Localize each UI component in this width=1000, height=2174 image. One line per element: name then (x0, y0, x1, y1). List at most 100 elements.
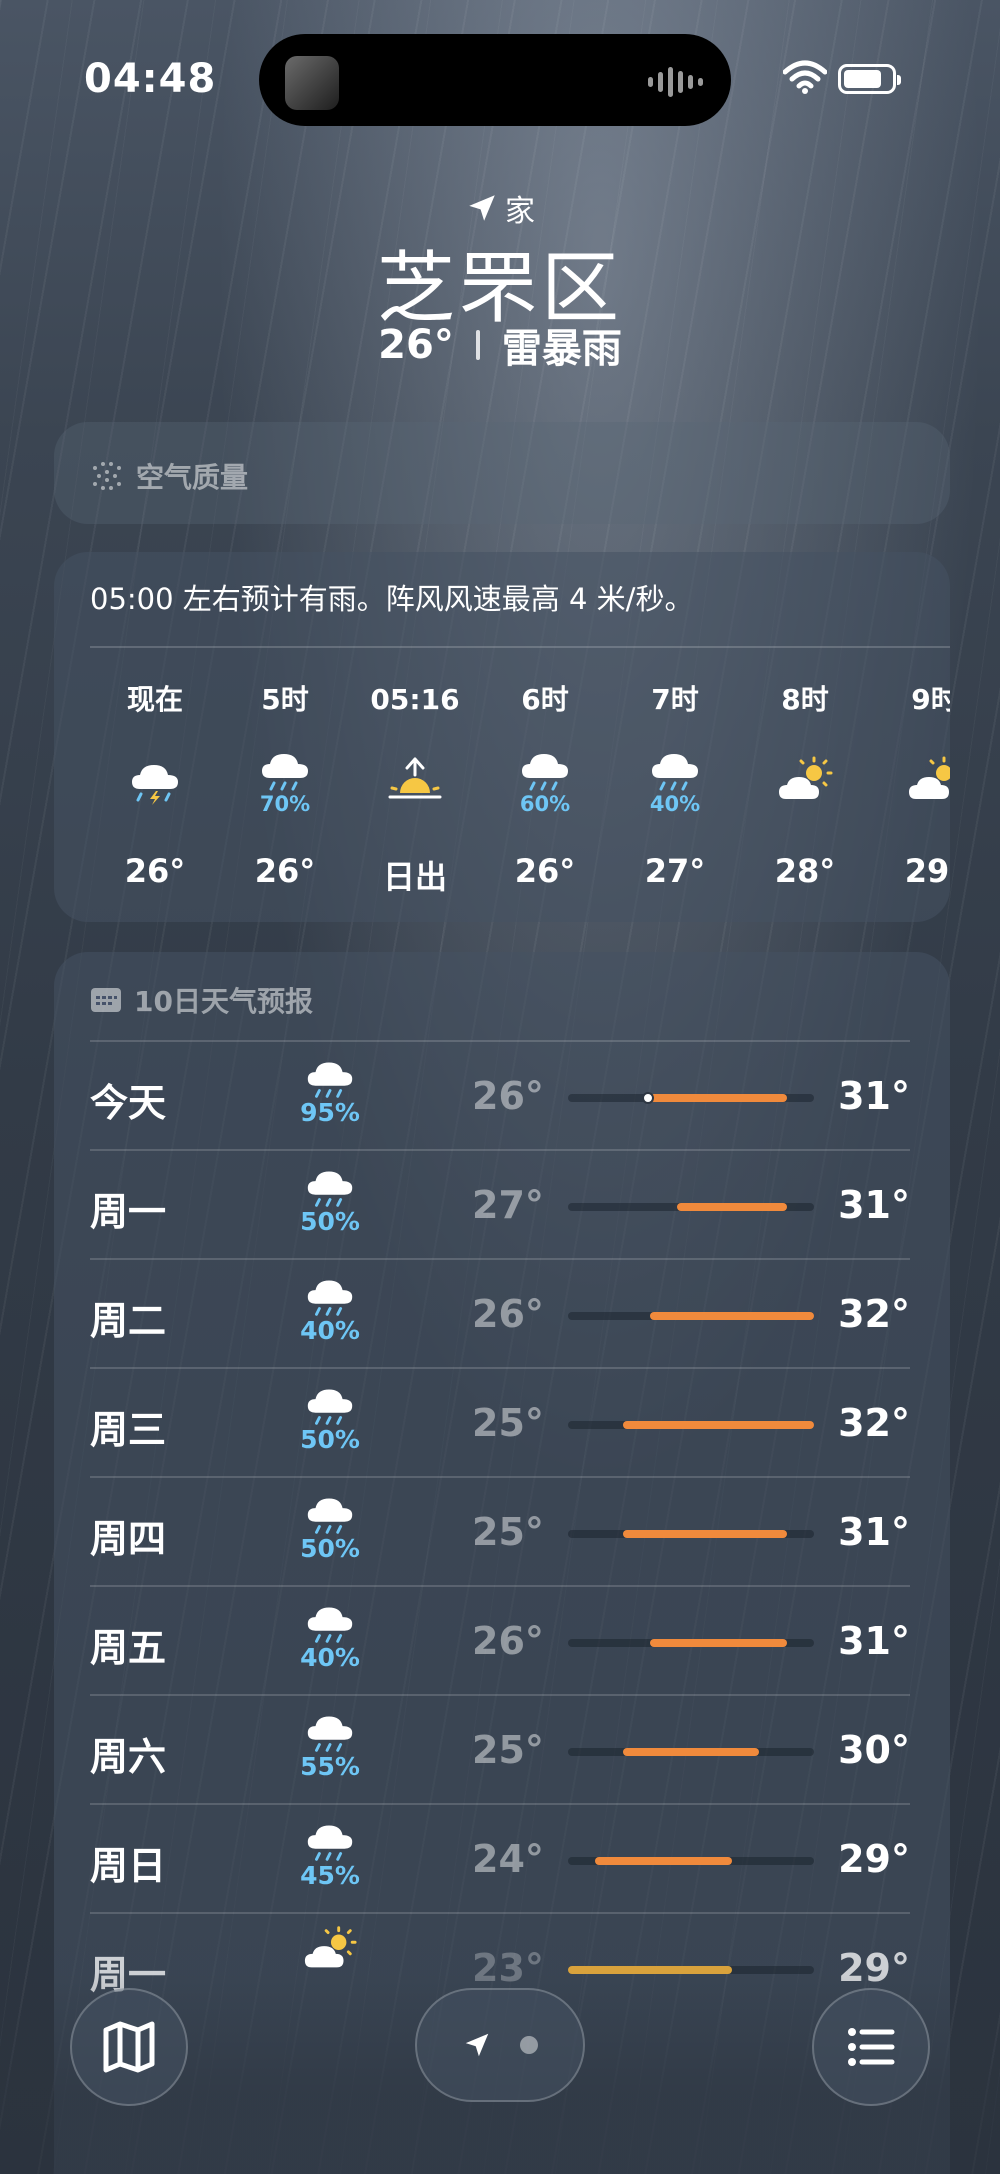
precip-chance: 55% (300, 1752, 360, 1781)
hour-item: 现在 26° (90, 680, 220, 898)
hour-icon-wrap: 60% (516, 734, 574, 826)
hour-label: 7时 (651, 683, 699, 716)
temp-range-track (568, 1312, 814, 1320)
precip-chance: 50% (300, 1534, 360, 1563)
cloud-rain-icon (652, 754, 698, 791)
battery-icon (838, 64, 901, 94)
day-row[interactable]: 周三 50% 25° 32° (90, 1367, 910, 1476)
map-button[interactable] (70, 1988, 188, 2106)
location-tag-row: 家 (0, 186, 1000, 230)
hour-label: 现在 (126, 683, 183, 716)
air-quality-header: 空气质量 (90, 456, 248, 496)
day-name: 周四 (90, 1517, 167, 1561)
hour-label: 6时 (521, 683, 569, 716)
day-icon-wrap: 40% (280, 1270, 380, 1345)
low-temp: 26° (472, 1619, 544, 1663)
day-icon-wrap: 50% (280, 1379, 380, 1454)
temp-range-bar (622, 1748, 760, 1756)
hour-temp: 26° (514, 852, 576, 890)
air-quality-card[interactable]: 空气质量 (54, 422, 950, 524)
partly-sunny-icon (304, 1926, 357, 1968)
calendar-icon (91, 988, 121, 1012)
sunrise-icon (388, 757, 442, 799)
cloud-rain-icon (262, 754, 308, 791)
temp-range-bar (622, 1530, 787, 1538)
precip-chance: 40% (300, 1316, 360, 1345)
low-temp: 26° (472, 1074, 544, 1118)
high-temp: 32° (838, 1401, 910, 1445)
hourly-divider (90, 646, 950, 648)
cloud-rain-icon (307, 1825, 353, 1861)
temp-range-bar (568, 1966, 732, 1974)
ten-day-list: 今天 95% 26° 31° 周一 50% 27° 31° 周二 40% 26° 32° 周三 50% 25… (90, 1040, 910, 2021)
list-icon (848, 2028, 895, 2066)
precip-chance: 50% (300, 1425, 360, 1454)
low-temp: 27° (472, 1183, 544, 1227)
precip-chance: 50% (300, 1207, 360, 1236)
day-row[interactable]: 周一 50% 27° 31° (90, 1149, 910, 1258)
hour-temp: 27° (644, 852, 706, 890)
high-temp: 31° (838, 1619, 910, 1663)
hour-temp: 26° (254, 852, 316, 890)
hour-icon-wrap: 40% (646, 734, 704, 826)
current-conditions: 26° 雷暴雨 (0, 316, 1000, 374)
day-row[interactable]: 周四 50% 25° 31° (90, 1476, 910, 1585)
day-row[interactable]: 周六 55% 25° 30° (90, 1694, 910, 1803)
day-row[interactable]: 周五 40% 26° 31° (90, 1585, 910, 1694)
conditions-separator (475, 330, 480, 360)
hour-temp: 日出 (382, 858, 447, 896)
temp-range-track (568, 1092, 814, 1104)
hour-item: 5时 70% 26° (220, 680, 350, 898)
ten-day-label: 10日天气预报 (134, 985, 313, 1018)
day-row[interactable]: 周二 40% 26° 32° (90, 1258, 910, 1367)
day-name: 周三 (90, 1408, 167, 1452)
low-temp: 24° (472, 1837, 544, 1881)
current-location-page-icon (465, 2033, 489, 2057)
hour-label: 9时 (911, 683, 950, 716)
hour-label: 8时 (781, 683, 829, 716)
temp-range-bar (650, 1312, 814, 1320)
dynamic-island[interactable] (259, 34, 731, 126)
temp-range-bar (650, 1639, 787, 1647)
day-row[interactable]: 今天 95% 26° 31° (90, 1040, 910, 1149)
hour-icon-wrap (126, 734, 184, 826)
hour-label: 05:16 (370, 683, 460, 716)
hourly-scroller[interactable]: 现在 26° 5时 70% 26° 05:16 日出 6时 60% 26° 7时 40% 27° 8时 28… (90, 680, 950, 898)
now-playing-artwork[interactable] (285, 56, 339, 110)
temp-range-track (568, 1748, 814, 1756)
hourly-forecast-card[interactable]: 05:00 左右预计有雨。阵风风速最高 4 米/秒。 现在 26° 5时 70% 26°… (54, 552, 950, 922)
temp-range-bar (595, 1857, 732, 1865)
day-name: 今天 (90, 1081, 167, 1125)
day-name: 周一 (90, 1190, 167, 1234)
map-icon (103, 2021, 155, 2073)
precip-chance: 70% (259, 792, 311, 816)
ten-day-header: 10日天气预报 (90, 980, 313, 1020)
hour-item: 7时 40% 27° (610, 680, 740, 898)
hour-temp: 29° (904, 852, 950, 890)
cloud-lightning-rain-icon (132, 765, 178, 805)
current-condition: 雷暴雨 (501, 326, 622, 372)
page-indicator[interactable] (415, 1988, 585, 2102)
location-tag: 家 (505, 194, 535, 229)
hourly-summary: 05:00 左右预计有雨。阵风风速最高 4 米/秒。 (90, 582, 694, 616)
day-icon-wrap (280, 1924, 380, 1974)
city-list-button[interactable] (812, 1988, 930, 2106)
high-temp: 29° (838, 1837, 910, 1881)
cloud-rain-icon (307, 1716, 353, 1752)
day-row[interactable]: 周日 45% 24° 29° (90, 1803, 910, 1912)
high-temp: 31° (838, 1510, 910, 1554)
day-name: 周五 (90, 1626, 167, 1670)
low-temp: 25° (472, 1401, 544, 1445)
high-temp: 31° (838, 1183, 910, 1227)
air-quality-icon (93, 462, 121, 490)
temp-range-bar (677, 1203, 787, 1211)
temp-range-track (568, 1203, 814, 1211)
low-temp: 25° (472, 1728, 544, 1772)
cloud-rain-icon (307, 1389, 353, 1425)
hour-icon-wrap (776, 734, 834, 826)
hour-temp: 26° (124, 852, 186, 890)
cloud-rain-icon (307, 1498, 353, 1534)
air-quality-label: 空气质量 (136, 461, 249, 494)
hour-icon-wrap (386, 734, 444, 826)
precip-chance: 95% (300, 1098, 360, 1127)
